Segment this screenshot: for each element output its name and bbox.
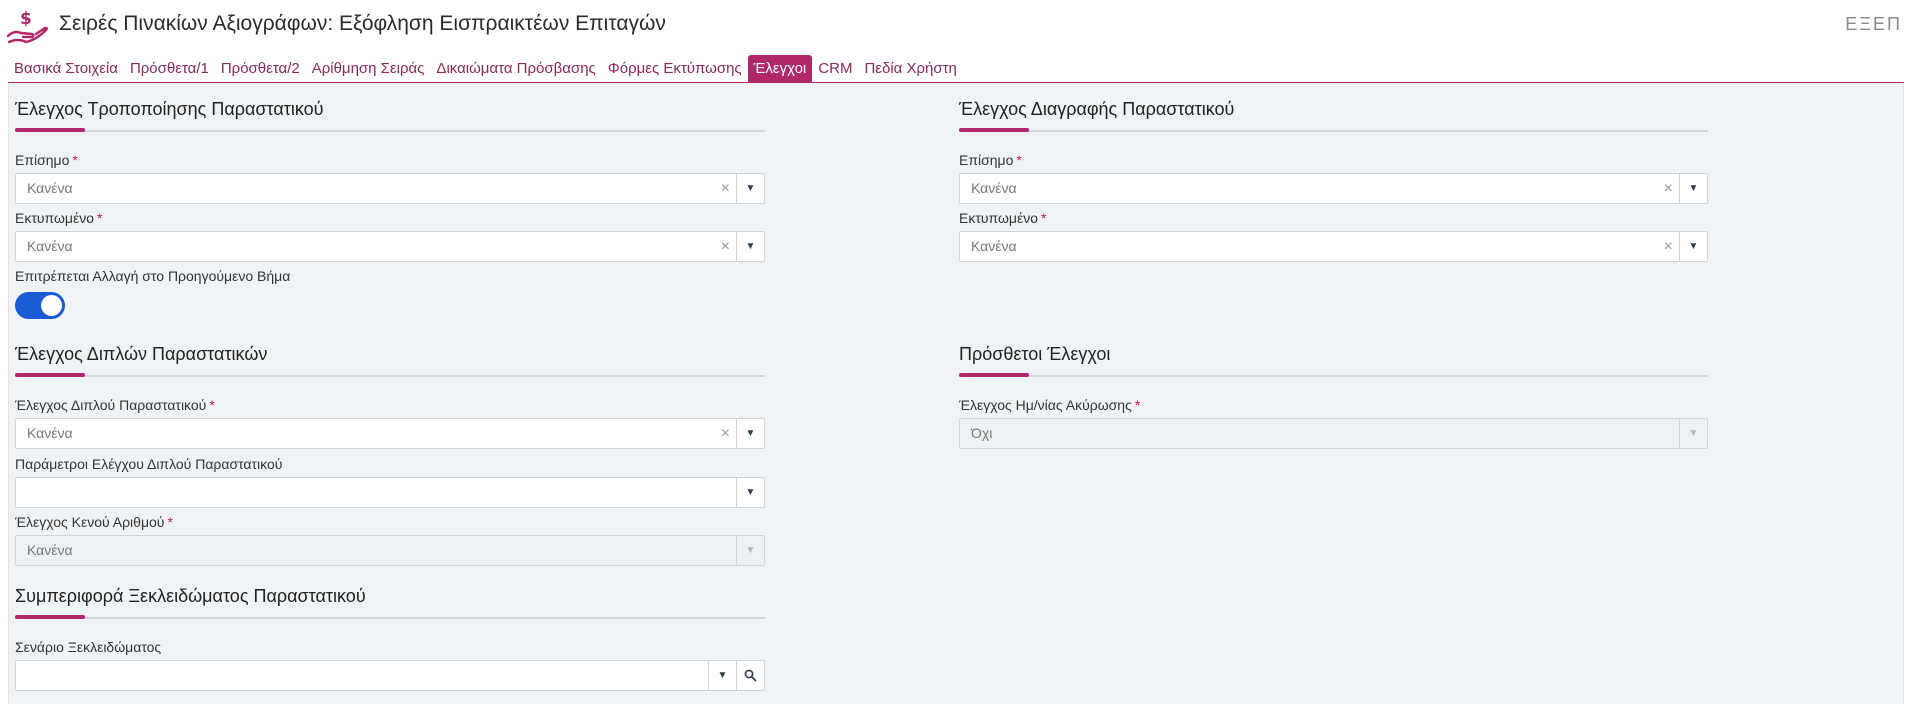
modify-section: Έλεγχος Τροποποίησης Παραστατικού <box>15 97 765 132</box>
required-marker: * <box>72 152 78 168</box>
duplicate-params-field: Παράμετροι Ελέγχου Διπλού Παραστατικού ▼ <box>15 455 765 508</box>
section-title: Έλεγχος Διπλών Παραστατικών <box>15 344 268 364</box>
section-divider <box>959 373 1708 377</box>
unlock-scenario-field: Σενάριο Ξεκλειδώματος ▼ <box>15 638 765 691</box>
chevron-down-icon[interactable]: ▼ <box>736 536 764 565</box>
field-label: Έλεγχος Διπλού Παραστατικού <box>15 397 207 413</box>
field-label: Εκτυπωμένο <box>15 210 95 226</box>
required-marker: * <box>97 210 103 226</box>
tab-extra-1[interactable]: Πρόσθετα/1 <box>124 55 215 82</box>
field-label: Σενάριο Ξεκλειδώματος <box>15 639 162 655</box>
empty-number-field: Έλεγχος Κενού Αριθμού * Κανένα ▼ <box>15 513 765 566</box>
select-value: Όχι <box>971 425 993 441</box>
extra-checks-section: Πρόσθετοι Έλεγχοι <box>959 342 1708 377</box>
section-divider <box>15 373 765 377</box>
allow-prev-step-toggle[interactable] <box>15 292 65 319</box>
field-label: Έλεγχος Κενού Αριθμού <box>15 514 165 530</box>
modify-official-field: Επίσημο * Κανένα × ▼ <box>15 151 765 204</box>
duplicate-check-field: Έλεγχος Διπλού Παραστατικού * Κανένα × ▼ <box>15 396 765 449</box>
required-marker: * <box>167 514 173 530</box>
svg-text:$: $ <box>20 9 32 29</box>
modify-official-select[interactable]: Κανένα × ▼ <box>15 173 765 204</box>
chevron-down-icon[interactable]: ▼ <box>1679 232 1707 261</box>
chevron-down-icon[interactable]: ▼ <box>736 478 764 507</box>
page-title: Σειρές Πινακίων Αξιογράφων: Εξόφληση Εισ… <box>59 12 666 35</box>
chevron-down-icon[interactable]: ▼ <box>736 174 764 203</box>
delete-official-select[interactable]: Κανένα × ▼ <box>959 173 1708 204</box>
field-label: Έλεγχος Ημ/νίας Ακύρωσης <box>959 397 1132 413</box>
section-divider <box>15 615 765 619</box>
section-divider <box>15 128 765 132</box>
tab-crm[interactable]: CRM <box>812 55 858 82</box>
exit-button[interactable]: ΕΞΕΠ <box>1845 14 1902 35</box>
section-title: Έλεγχος Διαγραφής Παραστατικού <box>959 99 1235 119</box>
tab-basic-info[interactable]: Βασικά Στοιχεία <box>8 55 124 82</box>
delete-official-field: Επίσημο * Κανένα × ▼ <box>959 151 1708 204</box>
duplicate-check-select[interactable]: Κανένα × ▼ <box>15 418 765 449</box>
duplicate-params-select[interactable]: ▼ <box>15 477 765 508</box>
select-value: Κανένα <box>971 180 1017 196</box>
modify-printed-select[interactable]: Κανένα × ▼ <box>15 231 765 262</box>
select-value: Κανένα <box>27 238 73 254</box>
clear-icon[interactable]: × <box>721 419 730 448</box>
tab-access-rights[interactable]: Δικαιώματα Πρόσβασης <box>430 55 601 82</box>
hand-with-dollar-icon: $ <box>6 6 48 46</box>
allow-prev-step-field: Επιτρέπεται Αλλαγή στο Προηγούμενο Βήμα <box>15 267 765 319</box>
tab-print-forms[interactable]: Φόρμες Εκτύπωσης <box>602 55 748 82</box>
cancel-date-select[interactable]: Όχι ▼ <box>959 418 1708 449</box>
field-label: Επίσημο <box>15 152 70 168</box>
field-label: Επιτρέπεται Αλλαγή στο Προηγούμενο Βήμα <box>15 268 291 284</box>
section-title: Έλεγχος Τροποποίησης Παραστατικού <box>15 99 324 119</box>
unlock-section: Συμπεριφορά Ξεκλειδώματος Παραστατικού <box>15 584 765 619</box>
delete-section: Έλεγχος Διαγραφής Παραστατικού <box>959 97 1708 132</box>
field-label: Παράμετροι Ελέγχου Διπλού Παραστατικού <box>15 456 283 472</box>
field-label: Εκτυπωμένο <box>959 210 1039 226</box>
delete-printed-select[interactable]: Κανένα × ▼ <box>959 231 1708 262</box>
select-value: Κανένα <box>27 180 73 196</box>
header: $ Σειρές Πινακίων Αξιογράφων: Εξόφληση Ε… <box>0 0 1912 54</box>
search-icon[interactable] <box>736 661 764 690</box>
chevron-down-icon[interactable]: ▼ <box>1679 174 1707 203</box>
tab-bar: Βασικά Στοιχεία Πρόσθετα/1 Πρόσθετα/2 Αρ… <box>8 55 963 82</box>
main-content: Έλεγχος Τροποποίησης Παραστατικού Επίσημ… <box>8 83 1904 704</box>
required-marker: * <box>209 397 215 413</box>
field-label: Επίσημο <box>959 152 1014 168</box>
cancel-date-field: Έλεγχος Ημ/νίας Ακύρωσης * Όχι ▼ <box>959 396 1708 449</box>
chevron-down-icon[interactable]: ▼ <box>736 419 764 448</box>
tab-checks[interactable]: Έλεγχοι <box>747 55 813 82</box>
clear-icon[interactable]: × <box>1664 174 1673 203</box>
delete-printed-field: Εκτυπωμένο * Κανένα × ▼ <box>959 209 1708 262</box>
section-title: Πρόσθετοι Έλεγχοι <box>959 344 1111 364</box>
chevron-down-icon[interactable]: ▼ <box>1679 419 1707 448</box>
clear-icon[interactable]: × <box>721 174 730 203</box>
toggle-knob <box>41 295 62 316</box>
tab-extra-2[interactable]: Πρόσθετα/2 <box>215 55 306 82</box>
unlock-scenario-select[interactable]: ▼ <box>15 660 765 691</box>
empty-number-select[interactable]: Κανένα ▼ <box>15 535 765 566</box>
chevron-down-icon[interactable]: ▼ <box>708 661 736 690</box>
select-value: Κανένα <box>27 542 73 558</box>
clear-icon[interactable]: × <box>1664 232 1673 261</box>
clear-icon[interactable]: × <box>721 232 730 261</box>
required-marker: * <box>1016 152 1022 168</box>
section-divider <box>959 128 1708 132</box>
required-marker: * <box>1134 397 1141 413</box>
required-marker: * <box>1041 210 1047 226</box>
duplicates-section: Έλεγχος Διπλών Παραστατικών <box>15 342 765 377</box>
tab-user-fields[interactable]: Πεδία Χρήστη <box>858 55 962 82</box>
select-value: Κανένα <box>27 425 73 441</box>
tab-series-numbering[interactable]: Αρίθμηση Σειράς <box>306 55 431 82</box>
modify-printed-field: Εκτυπωμένο * Κανένα × ▼ <box>15 209 765 262</box>
section-title: Συμπεριφορά Ξεκλειδώματος Παραστατικού <box>15 586 366 606</box>
chevron-down-icon[interactable]: ▼ <box>736 232 764 261</box>
select-value: Κανένα <box>971 238 1017 254</box>
